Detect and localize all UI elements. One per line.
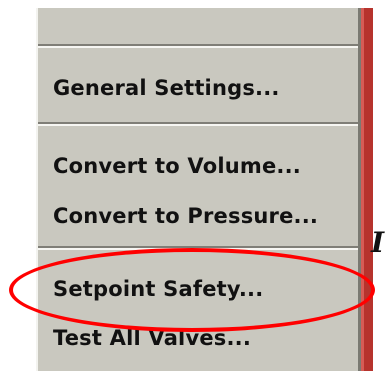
edge-glyph: I (371, 226, 385, 259)
menu-separator (38, 122, 358, 126)
menu-top-strip (36, 0, 366, 8)
menu-item-setpoint-safety[interactable]: Setpoint Safety... (53, 269, 263, 309)
window-edge-highlight (361, 8, 364, 371)
menu-item-general-settings[interactable]: General Settings... (53, 68, 280, 108)
menu-item-convert-to-pressure[interactable]: Convert to Pressure... (53, 196, 318, 236)
menu-item-test-all-valves[interactable]: Test All Valves... (53, 318, 251, 358)
context-menu: General Settings... Convert to Volume...… (36, 8, 358, 371)
menu-item-convert-to-volume[interactable]: Convert to Volume... (53, 146, 301, 186)
menu-separator (38, 44, 358, 48)
menu-separator (38, 246, 358, 250)
